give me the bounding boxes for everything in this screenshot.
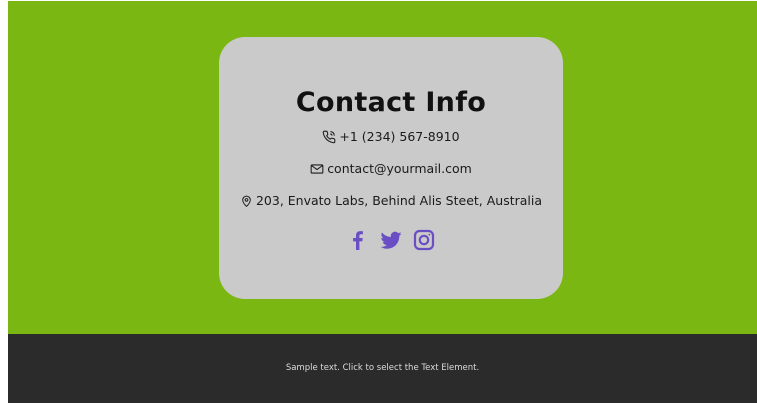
phone-text: +1 (234) 567-8910 (339, 129, 460, 144)
envelope-icon (310, 162, 324, 179)
contact-section: Contact Info +1 (234) 567-8910 contact@y… (8, 1, 757, 334)
instagram-icon[interactable] (412, 228, 436, 252)
footer-text[interactable]: Sample text. Click to select the Text El… (8, 363, 757, 373)
phone-icon (322, 130, 336, 147)
map-pin-icon (240, 194, 253, 211)
address-line: 203, Envato Labs, Behind Alis Steet, Aus… (219, 193, 563, 211)
phone-line: +1 (234) 567-8910 (219, 129, 563, 147)
social-links (219, 228, 563, 252)
email-line: contact@yourmail.com (219, 161, 563, 179)
left-edge-strip (0, 0, 8, 403)
footer: Sample text. Click to select the Text El… (8, 334, 757, 403)
address-text: 203, Envato Labs, Behind Alis Steet, Aus… (255, 193, 543, 208)
twitter-icon[interactable] (379, 228, 403, 252)
email-text: contact@yourmail.com (327, 161, 472, 176)
page: Contact Info +1 (234) 567-8910 contact@y… (0, 0, 757, 403)
facebook-icon[interactable] (346, 228, 370, 252)
contact-card: Contact Info +1 (234) 567-8910 contact@y… (219, 37, 563, 299)
contact-title: Contact Info (295, 87, 487, 118)
